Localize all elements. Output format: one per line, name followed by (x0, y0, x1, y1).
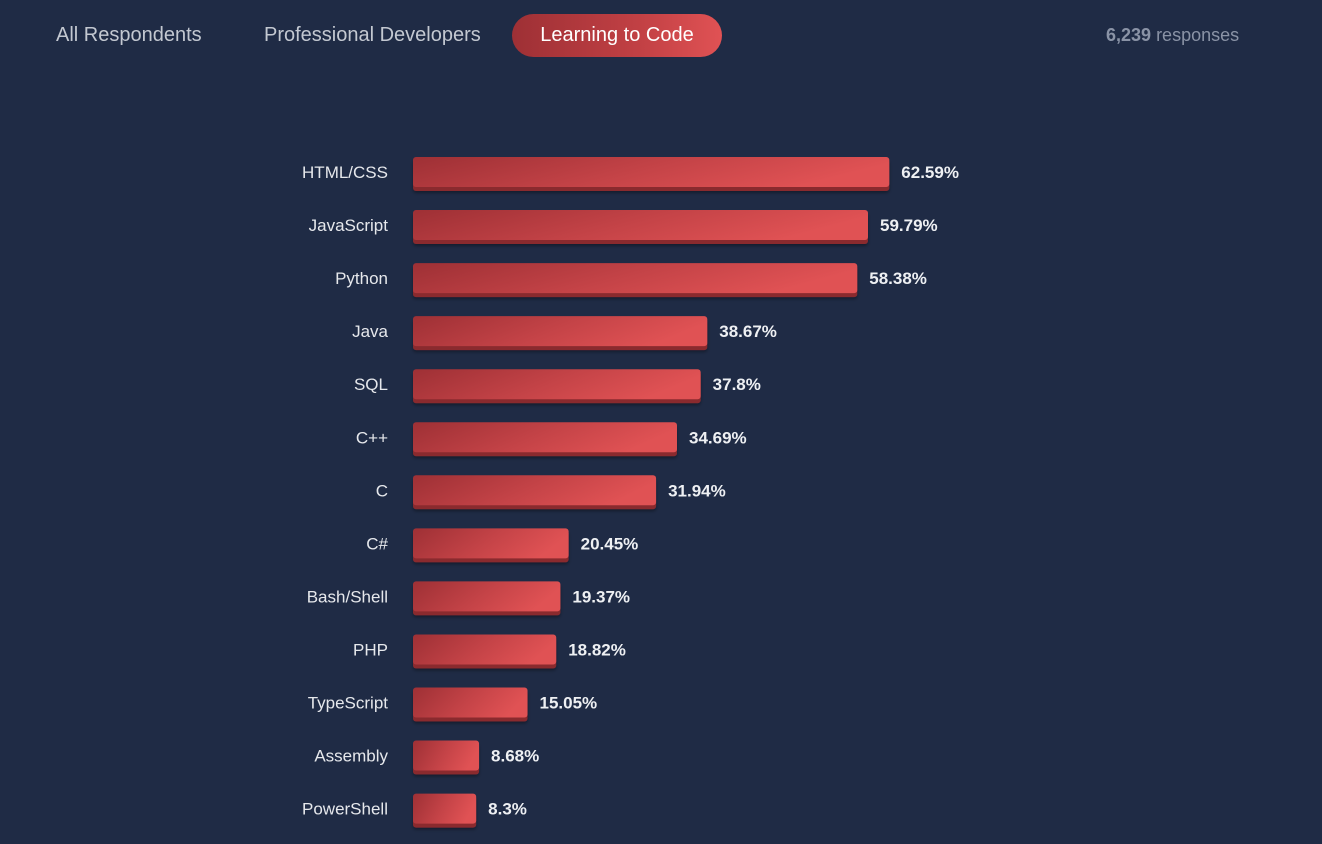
bar-row: Bash/Shell 19.37% (307, 581, 630, 616)
category-label: TypeScript (308, 694, 389, 713)
bar (413, 634, 557, 665)
category-label: Java (352, 322, 388, 341)
bar (413, 210, 869, 241)
value-label: 58.38% (869, 269, 927, 288)
category-label: HTML/CSS (302, 163, 388, 182)
bar-row: PHP 18.82% (353, 634, 626, 669)
value-label: 8.68% (491, 747, 539, 766)
bar (413, 422, 677, 453)
bar-row: C 31.94% (376, 475, 726, 510)
bar (413, 475, 657, 506)
value-label: 15.05% (540, 694, 598, 713)
bar (413, 740, 480, 771)
value-label: 18.82% (568, 640, 626, 659)
bars-group: HTML/CSS 62.59% JavaScript 59.79% Python 58.3… (302, 157, 959, 828)
bar (413, 528, 569, 559)
bar (413, 263, 858, 294)
value-label: 37.8% (713, 375, 761, 394)
category-label: PHP (353, 640, 388, 659)
value-label: 62.59% (901, 163, 959, 182)
category-label: C++ (356, 428, 388, 447)
bar-row: C# 20.45% (366, 528, 639, 563)
category-label: C (376, 481, 388, 500)
bar (413, 687, 528, 718)
category-label: Python (335, 269, 388, 288)
bar-row: HTML/CSS 62.59% (302, 157, 959, 191)
value-label: 34.69% (689, 428, 747, 447)
bar-row: PowerShell 8.3% (302, 793, 527, 828)
bar (413, 581, 561, 612)
bar-row: JavaScript 59.79% (309, 210, 938, 245)
bar-row: Assembly 8.68% (314, 740, 539, 775)
bar-row: SQL 37.8% (354, 369, 761, 404)
bar-row: C++ 34.69% (356, 422, 747, 457)
category-label: SQL (354, 375, 388, 394)
bar (413, 369, 701, 400)
value-label: 8.3% (488, 800, 527, 819)
category-label: Bash/Shell (307, 587, 388, 606)
value-label: 59.79% (880, 216, 938, 235)
bar-row: Python 58.38% (335, 263, 927, 298)
category-label: C# (366, 534, 388, 553)
bar (413, 157, 890, 187)
bar (413, 793, 477, 824)
category-label: JavaScript (309, 216, 389, 235)
category-label: Assembly (314, 747, 388, 766)
bar-row: TypeScript 15.05% (308, 687, 598, 722)
bar-row: Java 38.67% (352, 316, 777, 351)
bar (413, 316, 708, 347)
value-label: 19.37% (572, 587, 630, 606)
category-label: PowerShell (302, 800, 388, 819)
value-label: 31.94% (668, 481, 726, 500)
bar-chart: HTML/CSS 62.59% JavaScript 59.79% Python 58.3… (302, 157, 959, 828)
value-label: 20.45% (581, 534, 639, 553)
value-label: 38.67% (719, 322, 777, 341)
